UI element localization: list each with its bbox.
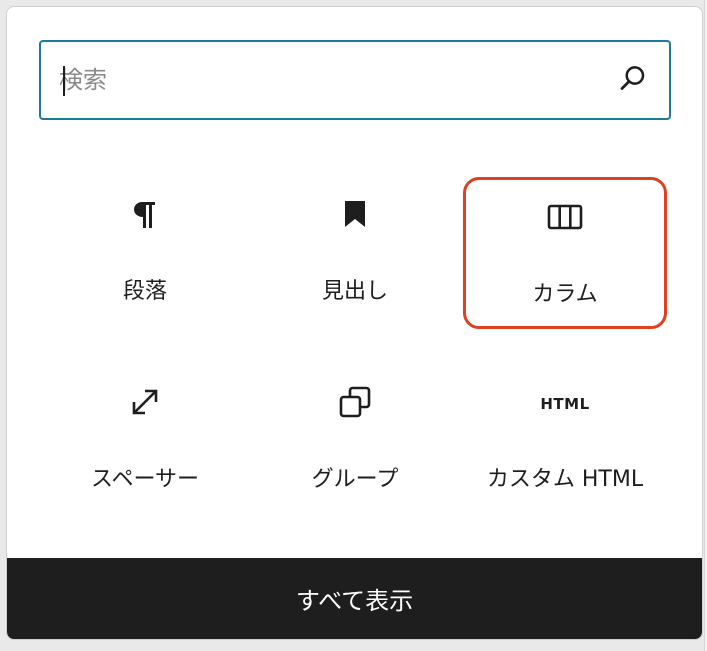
block-spacer[interactable]: スペーサー	[43, 365, 247, 517]
search-field[interactable]	[39, 40, 671, 120]
block-group[interactable]: グループ	[253, 365, 457, 517]
block-paragraph[interactable]: 段落	[43, 177, 247, 329]
block-label: スペーサー	[90, 467, 200, 492]
block-inserter-popover: 段落 見出し	[6, 6, 703, 640]
block-label: カラム	[532, 282, 598, 307]
search-input[interactable]	[59, 42, 599, 118]
text-caret	[63, 66, 65, 96]
html-icon: HTML	[540, 395, 590, 413]
block-heading[interactable]: 見出し	[253, 177, 457, 329]
block-columns[interactable]: カラム	[463, 177, 667, 329]
group-icon	[338, 385, 372, 423]
block-label: 段落	[122, 279, 167, 304]
block-list: 段落 見出し カラム スペーサー グループ HTML カスタム HTML	[39, 177, 671, 533]
search-icon	[618, 63, 648, 97]
block-label: 見出し	[321, 279, 388, 304]
columns-icon	[547, 204, 583, 234]
show-all-button[interactable]: すべて表示	[7, 558, 702, 639]
paragraph-icon	[131, 198, 159, 234]
show-all-label: すべて表示	[295, 587, 414, 615]
bookmark-icon	[342, 199, 368, 233]
resize-arrow-icon	[128, 385, 162, 423]
search-button[interactable]	[615, 62, 651, 98]
block-custom-html[interactable]: HTML カスタム HTML	[463, 365, 667, 517]
block-label: カスタム HTML	[486, 467, 644, 492]
block-label: グループ	[311, 467, 399, 492]
